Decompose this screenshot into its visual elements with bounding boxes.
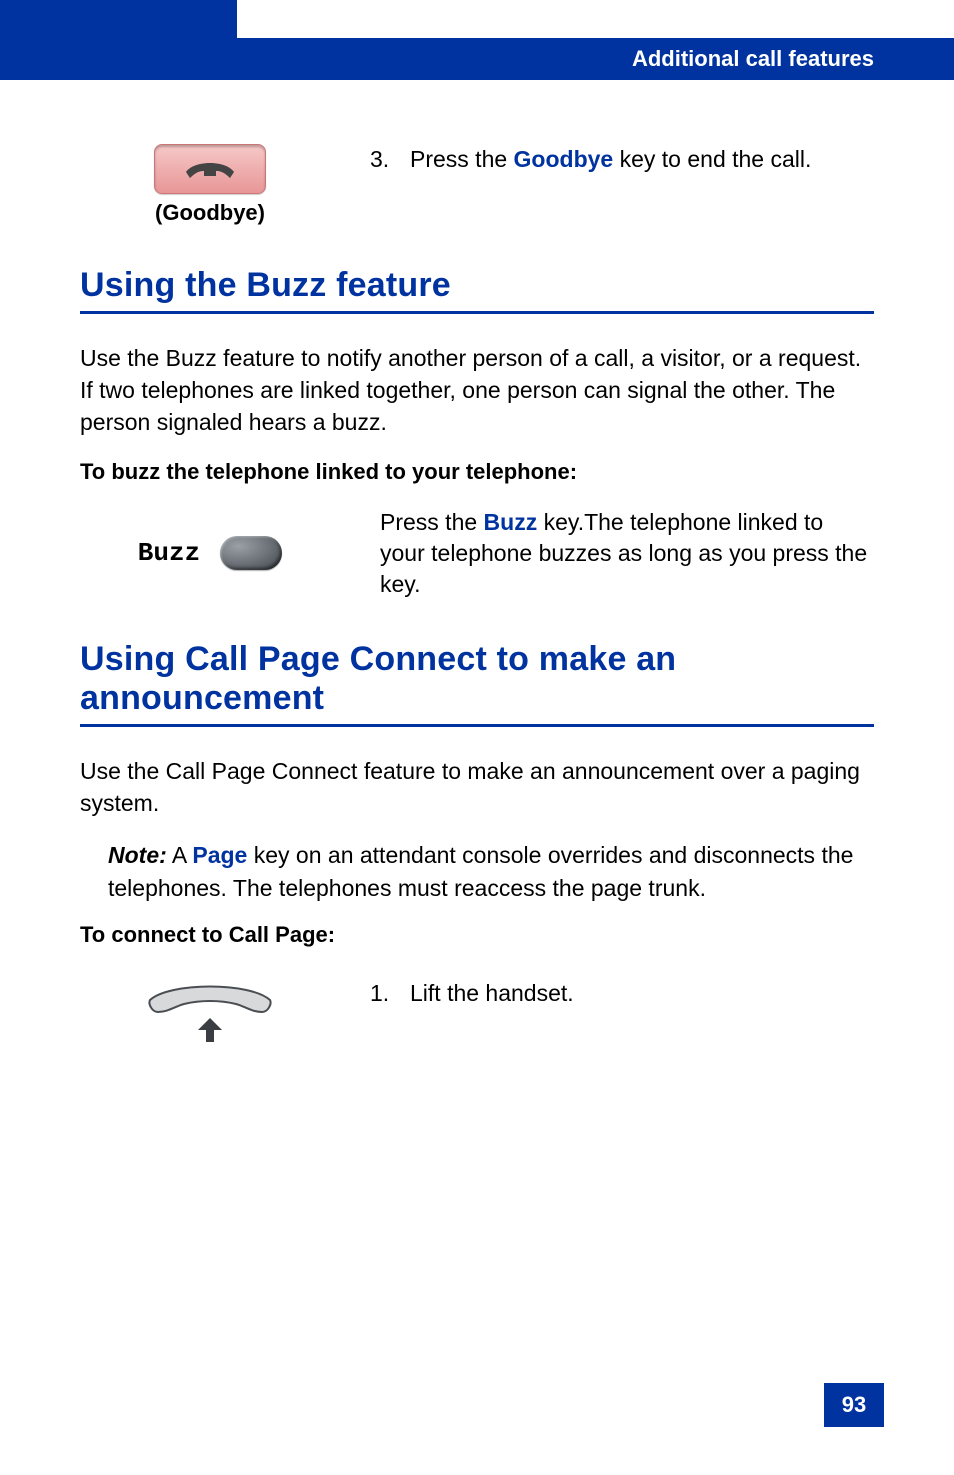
goodbye-key-illustration: (Goodbye) (80, 144, 340, 226)
step3-pre: Press the (410, 146, 514, 172)
note-pre: A (167, 842, 193, 868)
step1-instruction: Lift the handset. (410, 978, 574, 1009)
goodbye-button-graphic (154, 144, 266, 194)
buzz-instruction: Press the Buzz key.The telephone linked … (380, 507, 874, 600)
buzz-key-illustration: Buzz (80, 536, 340, 570)
buzz-how-heading: To buzz the telephone linked to your tel… (80, 459, 874, 485)
header-title: Additional call features (632, 46, 874, 71)
goodbye-key-name: Goodbye (514, 146, 614, 172)
page-number-value: 93 (842, 1392, 866, 1418)
heading-callpage: Using Call Page Connect to make an annou… (80, 640, 874, 718)
step3-text: 3. Press the Goodbye key to end the call… (370, 144, 874, 175)
buzz-key-label: Buzz (138, 538, 200, 568)
step3-row: (Goodbye) 3. Press the Goodbye key to en… (80, 144, 874, 226)
callpage-connect-heading: To connect to Call Page: (80, 922, 874, 948)
top-left-band (0, 0, 237, 80)
callpage-note: Note: A Page key on an attendant console… (108, 839, 874, 903)
step1-number: 1. (370, 978, 392, 1009)
softkey-icon (220, 536, 282, 570)
heading-buzz: Using the Buzz feature (80, 266, 874, 305)
header-bar: Additional call features (237, 38, 954, 80)
step3-instruction: Press the Goodbye key to end the call. (410, 144, 811, 175)
step1-row: 1. Lift the handset. (80, 978, 874, 1053)
note-label: Note: (108, 842, 167, 868)
hangup-icon (180, 154, 240, 184)
step3-number: 3. (370, 144, 392, 175)
buzz-key-name: Buzz (484, 509, 538, 535)
buzz-text-pre: Press the (380, 509, 484, 535)
page-key-name: Page (192, 842, 247, 868)
buzz-intro: Use the Buzz feature to notify another p… (80, 342, 874, 439)
callpage-intro: Use the Call Page Connect feature to mak… (80, 755, 874, 819)
buzz-row: Buzz Press the Buzz key.The telephone li… (80, 507, 874, 600)
lift-handset-illustration (80, 978, 340, 1053)
goodbye-button-label: (Goodbye) (155, 200, 265, 226)
handset-lift-icon (140, 978, 280, 1053)
page-number: 93 (824, 1383, 884, 1427)
step3-post: key to end the call. (613, 146, 811, 172)
heading-callpage-rule (80, 724, 874, 727)
heading-buzz-rule (80, 311, 874, 314)
step1-text: 1. Lift the handset. (370, 978, 874, 1009)
